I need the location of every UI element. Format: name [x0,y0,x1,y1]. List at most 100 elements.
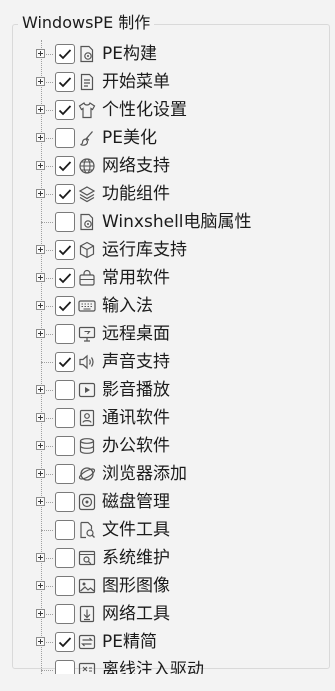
tree-item[interactable]: 离线注入驱动 [0,656,335,674]
tree-item[interactable]: 文件工具 [0,516,335,544]
system-tool-icon [78,550,96,566]
item-checkbox[interactable] [55,548,75,568]
item-checkbox[interactable] [55,632,75,652]
tree-item[interactable]: 功能组件 [0,180,335,208]
tree-item[interactable]: 开始菜单 [0,68,335,96]
tree-item[interactable]: 系统维护 [0,544,335,572]
tree-item-label: 浏览器添加 [102,464,187,484]
tree-item[interactable]: 常用软件 [0,264,335,292]
tree-item[interactable]: 声音支持 [0,348,335,376]
item-checkbox[interactable] [55,184,75,204]
item-checkbox[interactable] [55,352,75,372]
tree-item[interactable]: 办公软件 [0,432,335,460]
tree-item[interactable]: 网络工具 [0,600,335,628]
tree-item-label: 开始菜单 [102,72,170,92]
checkmark-icon [58,49,72,60]
checkmark-icon [58,357,72,368]
tree-item[interactable]: 图形图像 [0,572,335,600]
feature-tree: PE构建开始菜单个性化设置 PE美化网络支持功能组件 Winxshell电脑属性 运行… [0,40,335,674]
expand-button[interactable] [36,497,45,506]
tshirt-icon [78,102,96,119]
expand-button[interactable] [36,553,45,562]
tree-item-label: PE精简 [102,632,157,652]
item-checkbox[interactable] [55,408,75,428]
item-checkbox[interactable] [55,380,75,400]
expand-button[interactable] [36,273,45,282]
checkmark-icon [58,189,72,200]
tree-item[interactable]: 网络支持 [0,152,335,180]
tree-item[interactable]: 通讯软件 [0,404,335,432]
expand-button[interactable] [36,245,45,254]
keyboard-icon [78,300,96,312]
download-icon [79,605,95,623]
expand-button[interactable] [36,385,45,394]
expand-button[interactable] [36,301,45,310]
checkmark-icon [58,161,72,172]
expand-button[interactable] [36,189,45,198]
tree-item-label: 声音支持 [102,352,170,372]
tree-item[interactable]: 运行库支持 [0,236,335,264]
tree-item[interactable]: PE构建 [0,40,335,68]
group-title: WindowsPE 制作 [18,12,155,34]
tree-item[interactable]: 磁盘管理 [0,488,335,516]
expand-button[interactable] [36,77,45,86]
expand-button[interactable] [36,413,45,422]
tree-item-label: 文件工具 [102,520,170,540]
expand-button[interactable] [36,105,45,114]
slim-icon [78,634,96,650]
item-checkbox[interactable] [55,156,75,176]
tree-item-label: 磁盘管理 [102,492,170,512]
item-checkbox[interactable] [55,240,75,260]
expand-button[interactable] [36,581,45,590]
item-checkbox[interactable] [55,44,75,64]
tree-item[interactable]: 影音播放 [0,376,335,404]
checkmark-icon [58,273,72,284]
tree-item-label: 网络支持 [102,156,170,176]
brush-icon [80,131,93,146]
expand-button[interactable] [36,637,45,646]
bag-icon [79,269,95,286]
expand-button[interactable] [36,161,45,170]
item-checkbox[interactable] [55,464,75,484]
tree-connector-line [41,670,53,671]
tree-item[interactable]: 个性化设置 [0,96,335,124]
tree-item-label: 远程桌面 [102,324,170,344]
item-checkbox[interactable] [55,100,75,120]
disk-icon [78,493,96,511]
item-checkbox[interactable] [55,436,75,456]
tree-item[interactable]: 输入法 [0,292,335,320]
item-checkbox[interactable] [55,604,75,624]
tree-item[interactable]: 远程桌面 [0,320,335,348]
driver-icon [78,662,96,674]
checkmark-icon [58,301,72,312]
item-checkbox[interactable] [55,212,75,232]
item-checkbox[interactable] [55,324,75,344]
item-checkbox[interactable] [55,492,75,512]
tree-item-label: 常用软件 [102,268,170,288]
tree-item-label: 通讯软件 [102,408,170,428]
item-checkbox[interactable] [55,576,75,596]
expand-button[interactable] [36,49,45,58]
item-checkbox[interactable] [55,296,75,316]
expand-button[interactable] [36,469,45,478]
briefcase-icon [79,438,95,454]
expand-button[interactable] [36,133,45,142]
tree-item[interactable]: PE美化 [0,124,335,152]
tree-item[interactable]: PE精简 [0,628,335,656]
expand-button[interactable] [36,441,45,450]
tree-item-label: 功能组件 [102,184,170,204]
checkmark-icon [58,637,72,648]
globe-icon [79,158,95,174]
expand-button[interactable] [36,609,45,618]
item-checkbox[interactable] [55,128,75,148]
speaker-icon [79,354,94,370]
tree-item[interactable]: 浏览器添加 [0,460,335,488]
item-checkbox[interactable] [55,72,75,92]
tree-item[interactable]: Winxshell电脑属性 [0,208,335,236]
item-checkbox[interactable] [55,660,75,674]
item-checkbox[interactable] [55,268,75,288]
checkmark-icon [58,77,72,88]
tree-item-label: PE美化 [102,128,157,148]
item-checkbox[interactable] [55,520,75,540]
expand-button[interactable] [36,329,45,338]
